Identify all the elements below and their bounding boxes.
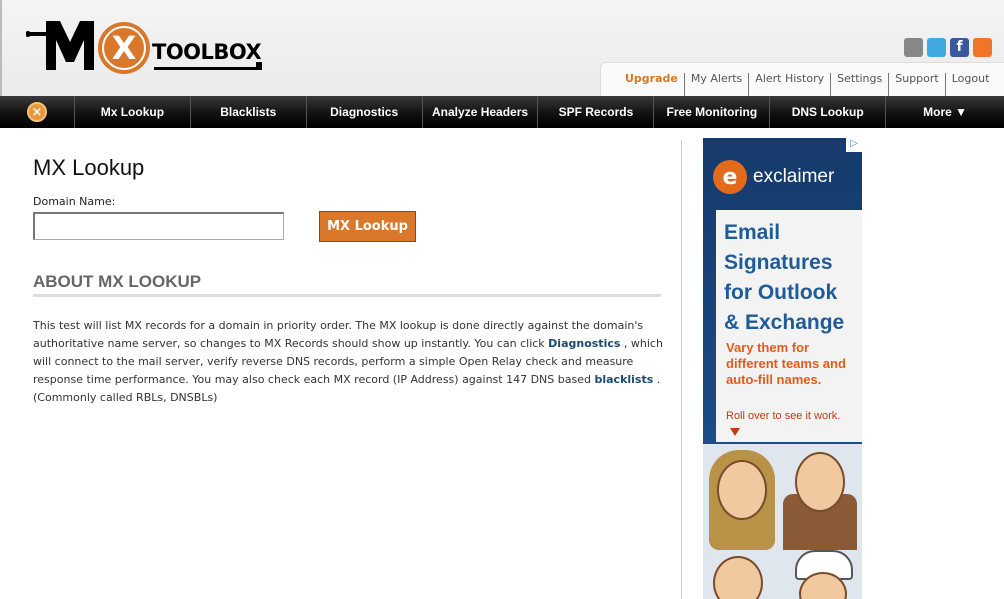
ad-headline-line-2: Signatures [724, 251, 833, 274]
nav-home[interactable]: × [0, 96, 75, 128]
nav-blacklists[interactable]: Blacklists [191, 96, 307, 128]
nav-analyze-headers[interactable]: Analyze Headers [423, 96, 539, 128]
upgrade-link[interactable]: Upgrade [619, 73, 685, 96]
rss-icon[interactable] [973, 38, 992, 57]
ad-brand: e exclaimer [713, 160, 834, 194]
ad-brand-name: exclaimer [753, 166, 835, 187]
ad-headline: Email Signatures for Outlook & Exchange [724, 218, 862, 338]
domain-name-input[interactable] [33, 212, 284, 240]
facebook-icon[interactable]: f [950, 38, 969, 57]
ad-headline-line-3: for Outlook [724, 281, 838, 304]
support-link[interactable]: Support [889, 73, 946, 96]
home-x-icon: × [26, 102, 47, 122]
ad-panel: Email Signatures for Outlook & Exchange … [716, 210, 862, 442]
twitter-icon[interactable] [927, 38, 946, 57]
column-divider [681, 140, 682, 599]
social-icons: f [904, 38, 992, 57]
ad-illustration [703, 444, 862, 599]
account-links: Upgrade My Alerts Alert History Settings… [600, 62, 1004, 96]
nav-dns-lookup[interactable]: DNS Lookup [770, 96, 887, 128]
blacklists-link[interactable]: blacklists [594, 373, 653, 386]
logout-link[interactable]: Logout [946, 73, 996, 96]
exclaimer-logo-icon: e [713, 160, 747, 194]
alert-history-link[interactable]: Alert History [749, 73, 832, 96]
about-heading: ABOUT MX LOOKUP [33, 272, 661, 297]
nav-diagnostics[interactable]: Diagnostics [307, 96, 423, 128]
about-paragraph: This test will list MX records for a dom… [33, 317, 663, 407]
main-content: MX Lookup Domain Name: MX Lookup ABOUT M… [33, 150, 663, 407]
face-icon [795, 452, 845, 512]
chat-icon[interactable] [904, 38, 923, 57]
diagnostics-link[interactable]: Diagnostics [548, 337, 620, 350]
mx-lookup-button[interactable]: MX Lookup [319, 211, 416, 242]
ad-rollover-text: Roll over to see it work. [726, 410, 841, 422]
nav-spf-records[interactable]: SPF Records [538, 96, 655, 128]
ad-subtext: Vary them for different teams and auto-f… [726, 340, 846, 387]
domain-name-label: Domain Name: [33, 195, 116, 208]
face-icon [713, 556, 763, 599]
main-nav: × Mx Lookup Blacklists Diagnostics Analy… [0, 96, 1004, 128]
adchoices-icon[interactable]: ▷ [846, 138, 862, 152]
svg-text:X: X [112, 29, 137, 67]
advertisement[interactable]: ▷ e exclaimer Email Signatures for Outlo… [703, 138, 862, 599]
nav-more[interactable]: More ▼ [886, 96, 1004, 128]
site-header: X TOOLBOX f Upgrade My Alerts Alert Hist… [0, 0, 1004, 96]
logo-wordmark: TOOLBOX [152, 40, 262, 64]
settings-link[interactable]: Settings [831, 73, 890, 96]
ad-headline-line-4: & Exchange [724, 311, 845, 334]
face-icon [717, 460, 767, 520]
down-arrow-icon [730, 428, 740, 436]
page-title: MX Lookup [33, 155, 145, 180]
my-alerts-link[interactable]: My Alerts [685, 73, 750, 96]
ad-headline-line-1: Email [724, 221, 781, 244]
nav-mx-lookup[interactable]: Mx Lookup [75, 96, 191, 128]
nav-free-monitoring[interactable]: Free Monitoring [654, 96, 771, 128]
